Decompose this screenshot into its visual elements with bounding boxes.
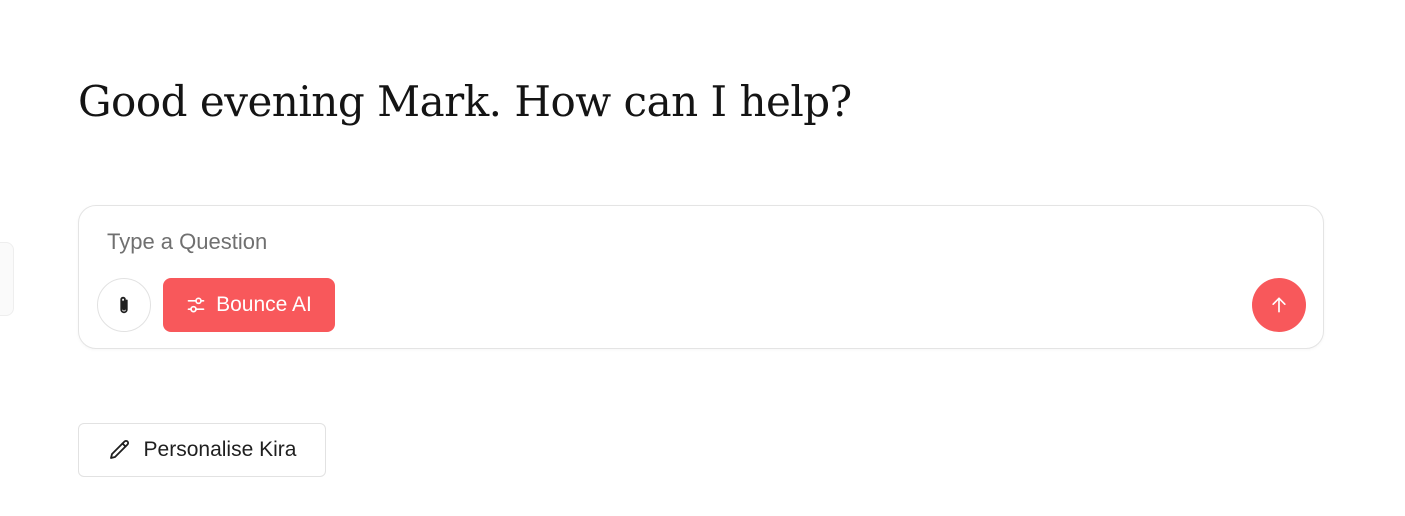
question-input[interactable] — [107, 226, 1257, 258]
pencil-icon — [108, 438, 132, 462]
greeting-heading: Good evening Mark. How can I help? — [78, 77, 852, 126]
send-button[interactable] — [1252, 278, 1306, 332]
bounce-ai-button[interactable]: Bounce AI — [163, 278, 335, 332]
sliders-icon — [186, 295, 206, 315]
personalise-kira-label: Personalise Kira — [143, 438, 297, 461]
personalise-kira-button[interactable]: Personalise Kira — [78, 423, 326, 477]
attach-button[interactable] — [97, 278, 151, 332]
paperclip-icon — [113, 294, 135, 316]
arrow-up-icon — [1269, 295, 1289, 315]
question-composer: Bounce AI — [78, 205, 1324, 349]
side-panel-tab[interactable] — [0, 242, 14, 316]
bounce-ai-label: Bounce AI — [216, 293, 312, 316]
